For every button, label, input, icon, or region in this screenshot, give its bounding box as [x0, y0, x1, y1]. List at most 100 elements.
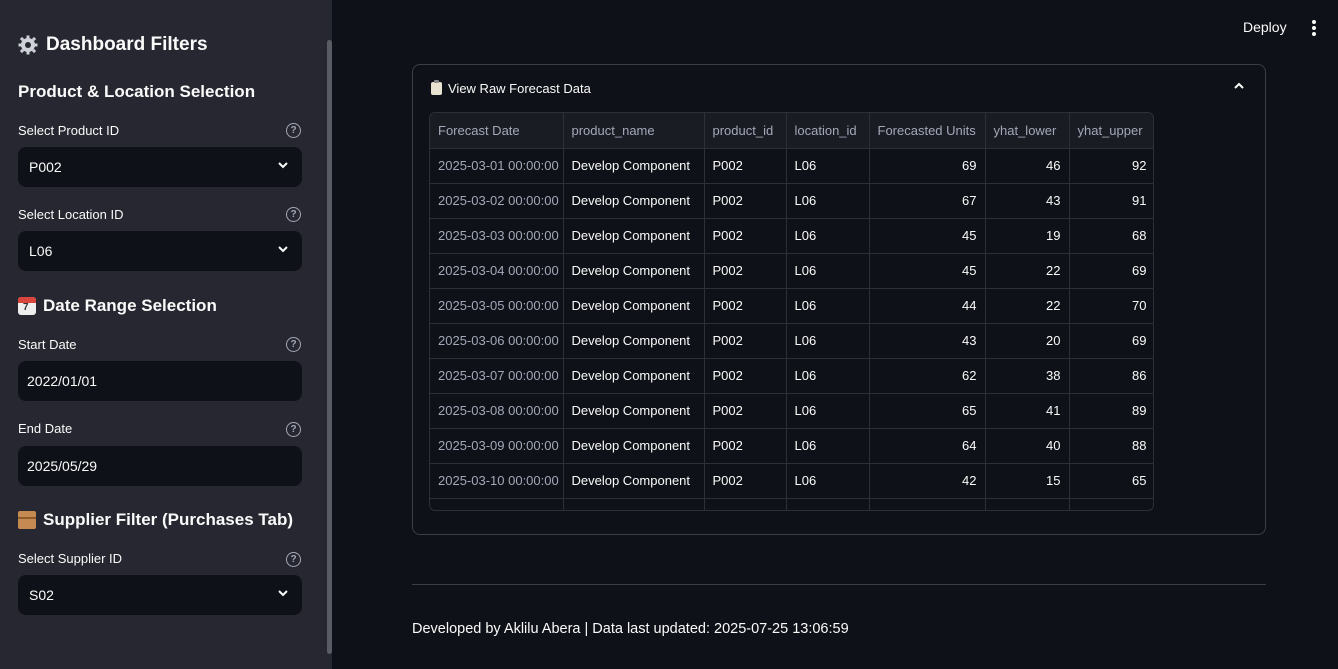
table-row[interactable]: 2025-03-07 00:00:00 Develop Component P002…	[430, 358, 1153, 394]
table-cell[interactable]: 70	[1069, 288, 1153, 324]
help-icon[interactable]: ?	[286, 207, 301, 222]
table-cell[interactable]: 92	[1069, 148, 1153, 184]
column-header[interactable]: product_name	[563, 113, 705, 149]
sidebar-scrollbar[interactable]	[327, 40, 332, 654]
column-header[interactable]: yhat_upper	[1069, 113, 1153, 149]
table-row[interactable]: 2025-03-01 00:00:00 Develop Component P002…	[430, 148, 1153, 184]
table-cell[interactable]	[985, 498, 1070, 510]
table-cell[interactable]: 64	[869, 428, 986, 464]
table-cell[interactable]	[430, 498, 564, 510]
table-cell[interactable]: P002	[704, 183, 787, 219]
table-cell[interactable]: P002	[704, 148, 787, 184]
table-cell[interactable]: 62	[869, 358, 986, 394]
table-cell[interactable]: 2025-03-05 00:00:00	[430, 288, 564, 324]
table-cell[interactable]	[869, 498, 986, 510]
table-cell[interactable]: L06	[786, 253, 870, 289]
table-cell[interactable]: Develop Component	[563, 393, 705, 429]
table-row[interactable]: 2025-03-03 00:00:00 Develop Component P002…	[430, 218, 1153, 254]
table-cell[interactable]: 67	[869, 183, 986, 219]
table-cell[interactable]: 2025-03-02 00:00:00	[430, 183, 564, 219]
table-cell[interactable]: 69	[1069, 253, 1153, 289]
table-row[interactable]: 2025-03-10 00:00:00 Develop Component P002…	[430, 463, 1153, 499]
kebab-menu-icon[interactable]	[1312, 20, 1316, 36]
table-cell[interactable]: Develop Component	[563, 428, 705, 464]
table-row[interactable]: 2025-03-06 00:00:00 Develop Component P002…	[430, 323, 1153, 359]
table-cell[interactable]: 68	[1069, 218, 1153, 254]
table-cell[interactable]: Develop Component	[563, 323, 705, 359]
table-cell[interactable]: 45	[869, 218, 986, 254]
table-cell[interactable]: L06	[786, 288, 870, 324]
table-cell[interactable]: 2025-03-07 00:00:00	[430, 358, 564, 394]
end-date-input[interactable]: 2025/05/29	[18, 446, 302, 486]
product-select[interactable]: P002	[18, 147, 302, 187]
help-icon[interactable]: ?	[286, 123, 301, 138]
table-cell[interactable]: P002	[704, 253, 787, 289]
table-cell[interactable]	[704, 498, 787, 510]
help-icon[interactable]: ?	[286, 422, 301, 437]
table-cell[interactable]	[786, 498, 870, 510]
table-cell[interactable]: P002	[704, 218, 787, 254]
table-row[interactable]: 2025-03-09 00:00:00 Develop Component P002…	[430, 428, 1153, 464]
table-cell[interactable]: P002	[704, 463, 787, 499]
chevron-up-icon[interactable]	[1233, 81, 1245, 91]
table-cell[interactable]: Develop Component	[563, 463, 705, 499]
start-date-input[interactable]: 2022/01/01	[18, 361, 302, 401]
table-cell[interactable]: L06	[786, 358, 870, 394]
table-cell[interactable]: L06	[786, 183, 870, 219]
table-row[interactable]: 2025-03-08 00:00:00 Develop Component P002…	[430, 393, 1153, 429]
table-cell[interactable]: 86	[1069, 358, 1153, 394]
table-cell[interactable]: P002	[704, 358, 787, 394]
table-cell[interactable]: P002	[704, 288, 787, 324]
table-cell[interactable]: 88	[1069, 428, 1153, 464]
table-cell[interactable]: Develop Component	[563, 148, 705, 184]
table-cell[interactable]	[563, 498, 705, 510]
column-header[interactable]: yhat_lower	[985, 113, 1070, 149]
table-cell[interactable]: L06	[786, 323, 870, 359]
table-cell[interactable]: 43	[985, 183, 1070, 219]
table-cell[interactable]: 89	[1069, 393, 1153, 429]
table-cell[interactable]: 44	[869, 288, 986, 324]
help-icon[interactable]: ?	[286, 552, 301, 567]
table-cell[interactable]: 91	[1069, 183, 1153, 219]
table-row[interactable]: 2025-03-04 00:00:00 Develop Component P002…	[430, 253, 1153, 289]
table-cell[interactable]: 15	[985, 463, 1070, 499]
table-cell[interactable]: L06	[786, 218, 870, 254]
expander-header[interactable]: View Raw Forecast Data	[431, 80, 591, 96]
deploy-button[interactable]: Deploy	[1243, 19, 1287, 35]
table-cell[interactable]: Develop Component	[563, 358, 705, 394]
table-cell[interactable]: 42	[869, 463, 986, 499]
table-cell[interactable]: L06	[786, 428, 870, 464]
table-cell[interactable]: Develop Component	[563, 288, 705, 324]
help-icon[interactable]: ?	[286, 337, 301, 352]
table-cell[interactable]	[1069, 498, 1153, 510]
table-row[interactable]	[430, 498, 1153, 510]
table-cell[interactable]: 41	[985, 393, 1070, 429]
table-cell[interactable]: L06	[786, 148, 870, 184]
table-cell[interactable]: 19	[985, 218, 1070, 254]
table-row[interactable]: 2025-03-02 00:00:00 Develop Component P002…	[430, 183, 1153, 219]
column-header[interactable]: product_id	[704, 113, 787, 149]
table-cell[interactable]: 2025-03-01 00:00:00	[430, 148, 564, 184]
location-select[interactable]: L06	[18, 231, 302, 271]
table-cell[interactable]: 69	[869, 148, 986, 184]
table-cell[interactable]: L06	[786, 393, 870, 429]
table-cell[interactable]: Develop Component	[563, 253, 705, 289]
table-cell[interactable]: 38	[985, 358, 1070, 394]
table-cell[interactable]: 2025-03-06 00:00:00	[430, 323, 564, 359]
table-cell[interactable]: 2025-03-03 00:00:00	[430, 218, 564, 254]
column-header[interactable]: Forecasted Units	[869, 113, 986, 149]
table-cell[interactable]: 22	[985, 288, 1070, 324]
table-cell[interactable]: P002	[704, 323, 787, 359]
table-cell[interactable]: 2025-03-08 00:00:00	[430, 393, 564, 429]
table-cell[interactable]: 2025-03-04 00:00:00	[430, 253, 564, 289]
table-row[interactable]: 2025-03-05 00:00:00 Develop Component P002…	[430, 288, 1153, 324]
table-cell[interactable]: 45	[869, 253, 986, 289]
table-cell[interactable]: 2025-03-09 00:00:00	[430, 428, 564, 464]
table-cell[interactable]: 22	[985, 253, 1070, 289]
table-cell[interactable]: 69	[1069, 323, 1153, 359]
table-cell[interactable]: 40	[985, 428, 1070, 464]
forecast-table[interactable]: Forecast Date product_name product_id locat…	[429, 112, 1154, 511]
table-cell[interactable]: Develop Component	[563, 218, 705, 254]
table-cell[interactable]: 65	[1069, 463, 1153, 499]
table-cell[interactable]: 43	[869, 323, 986, 359]
